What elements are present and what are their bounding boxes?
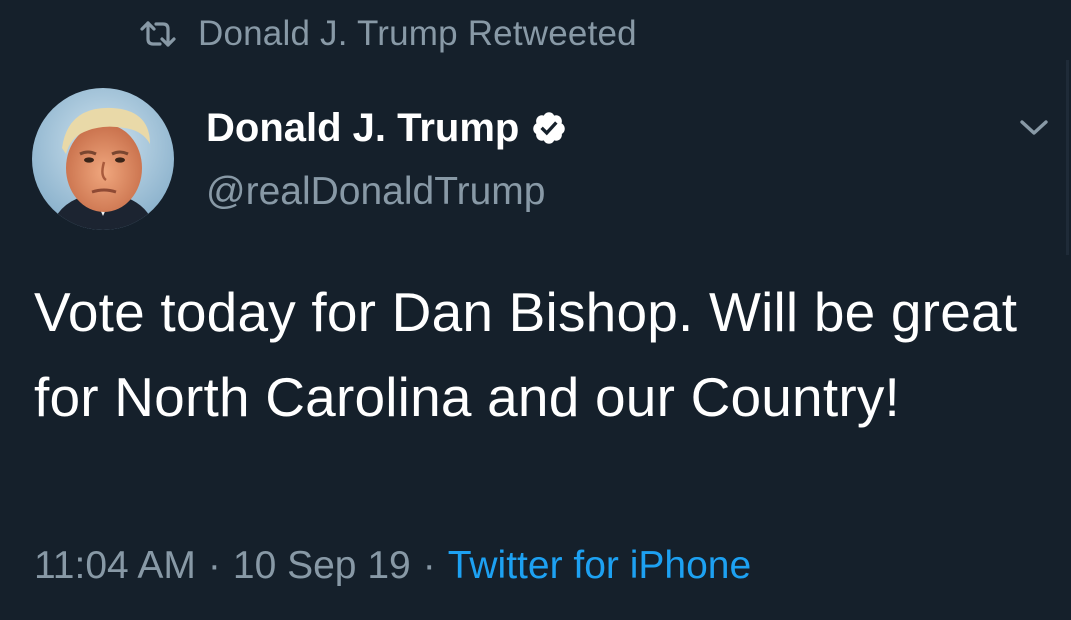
tweet-meta: 11:04 AM · 10 Sep 19 · Twitter for iPhon… — [34, 540, 751, 592]
tweet-card[interactable]: Donald J. Trump Retweeted Donald J. Trum… — [0, 0, 1071, 620]
tweet-text: Vote today for Dan Bishop. Will be great… — [34, 281, 1018, 428]
profile-photo — [32, 88, 174, 230]
author-row[interactable]: Donald J. Trump — [206, 100, 567, 156]
meta-separator: · — [207, 544, 221, 587]
avatar[interactable] — [32, 88, 174, 230]
tweet-date[interactable]: 10 Sep 19 — [233, 544, 411, 588]
display-name[interactable]: Donald J. Trump — [206, 106, 519, 151]
retweet-icon — [138, 20, 178, 48]
chevron-down-icon[interactable] — [1016, 112, 1052, 142]
meta-separator: · — [422, 544, 436, 587]
verified-badge-icon — [531, 110, 567, 146]
scroll-edge — [1066, 60, 1069, 255]
tweet-time[interactable]: 11:04 AM — [34, 544, 196, 588]
retweet-label: Donald J. Trump Retweeted — [198, 14, 637, 53]
tweet-source-link[interactable]: Twitter for iPhone — [448, 544, 751, 588]
author-handle[interactable]: @realDonaldTrump — [206, 170, 545, 214]
retweet-context[interactable]: Donald J. Trump Retweeted — [138, 12, 637, 56]
